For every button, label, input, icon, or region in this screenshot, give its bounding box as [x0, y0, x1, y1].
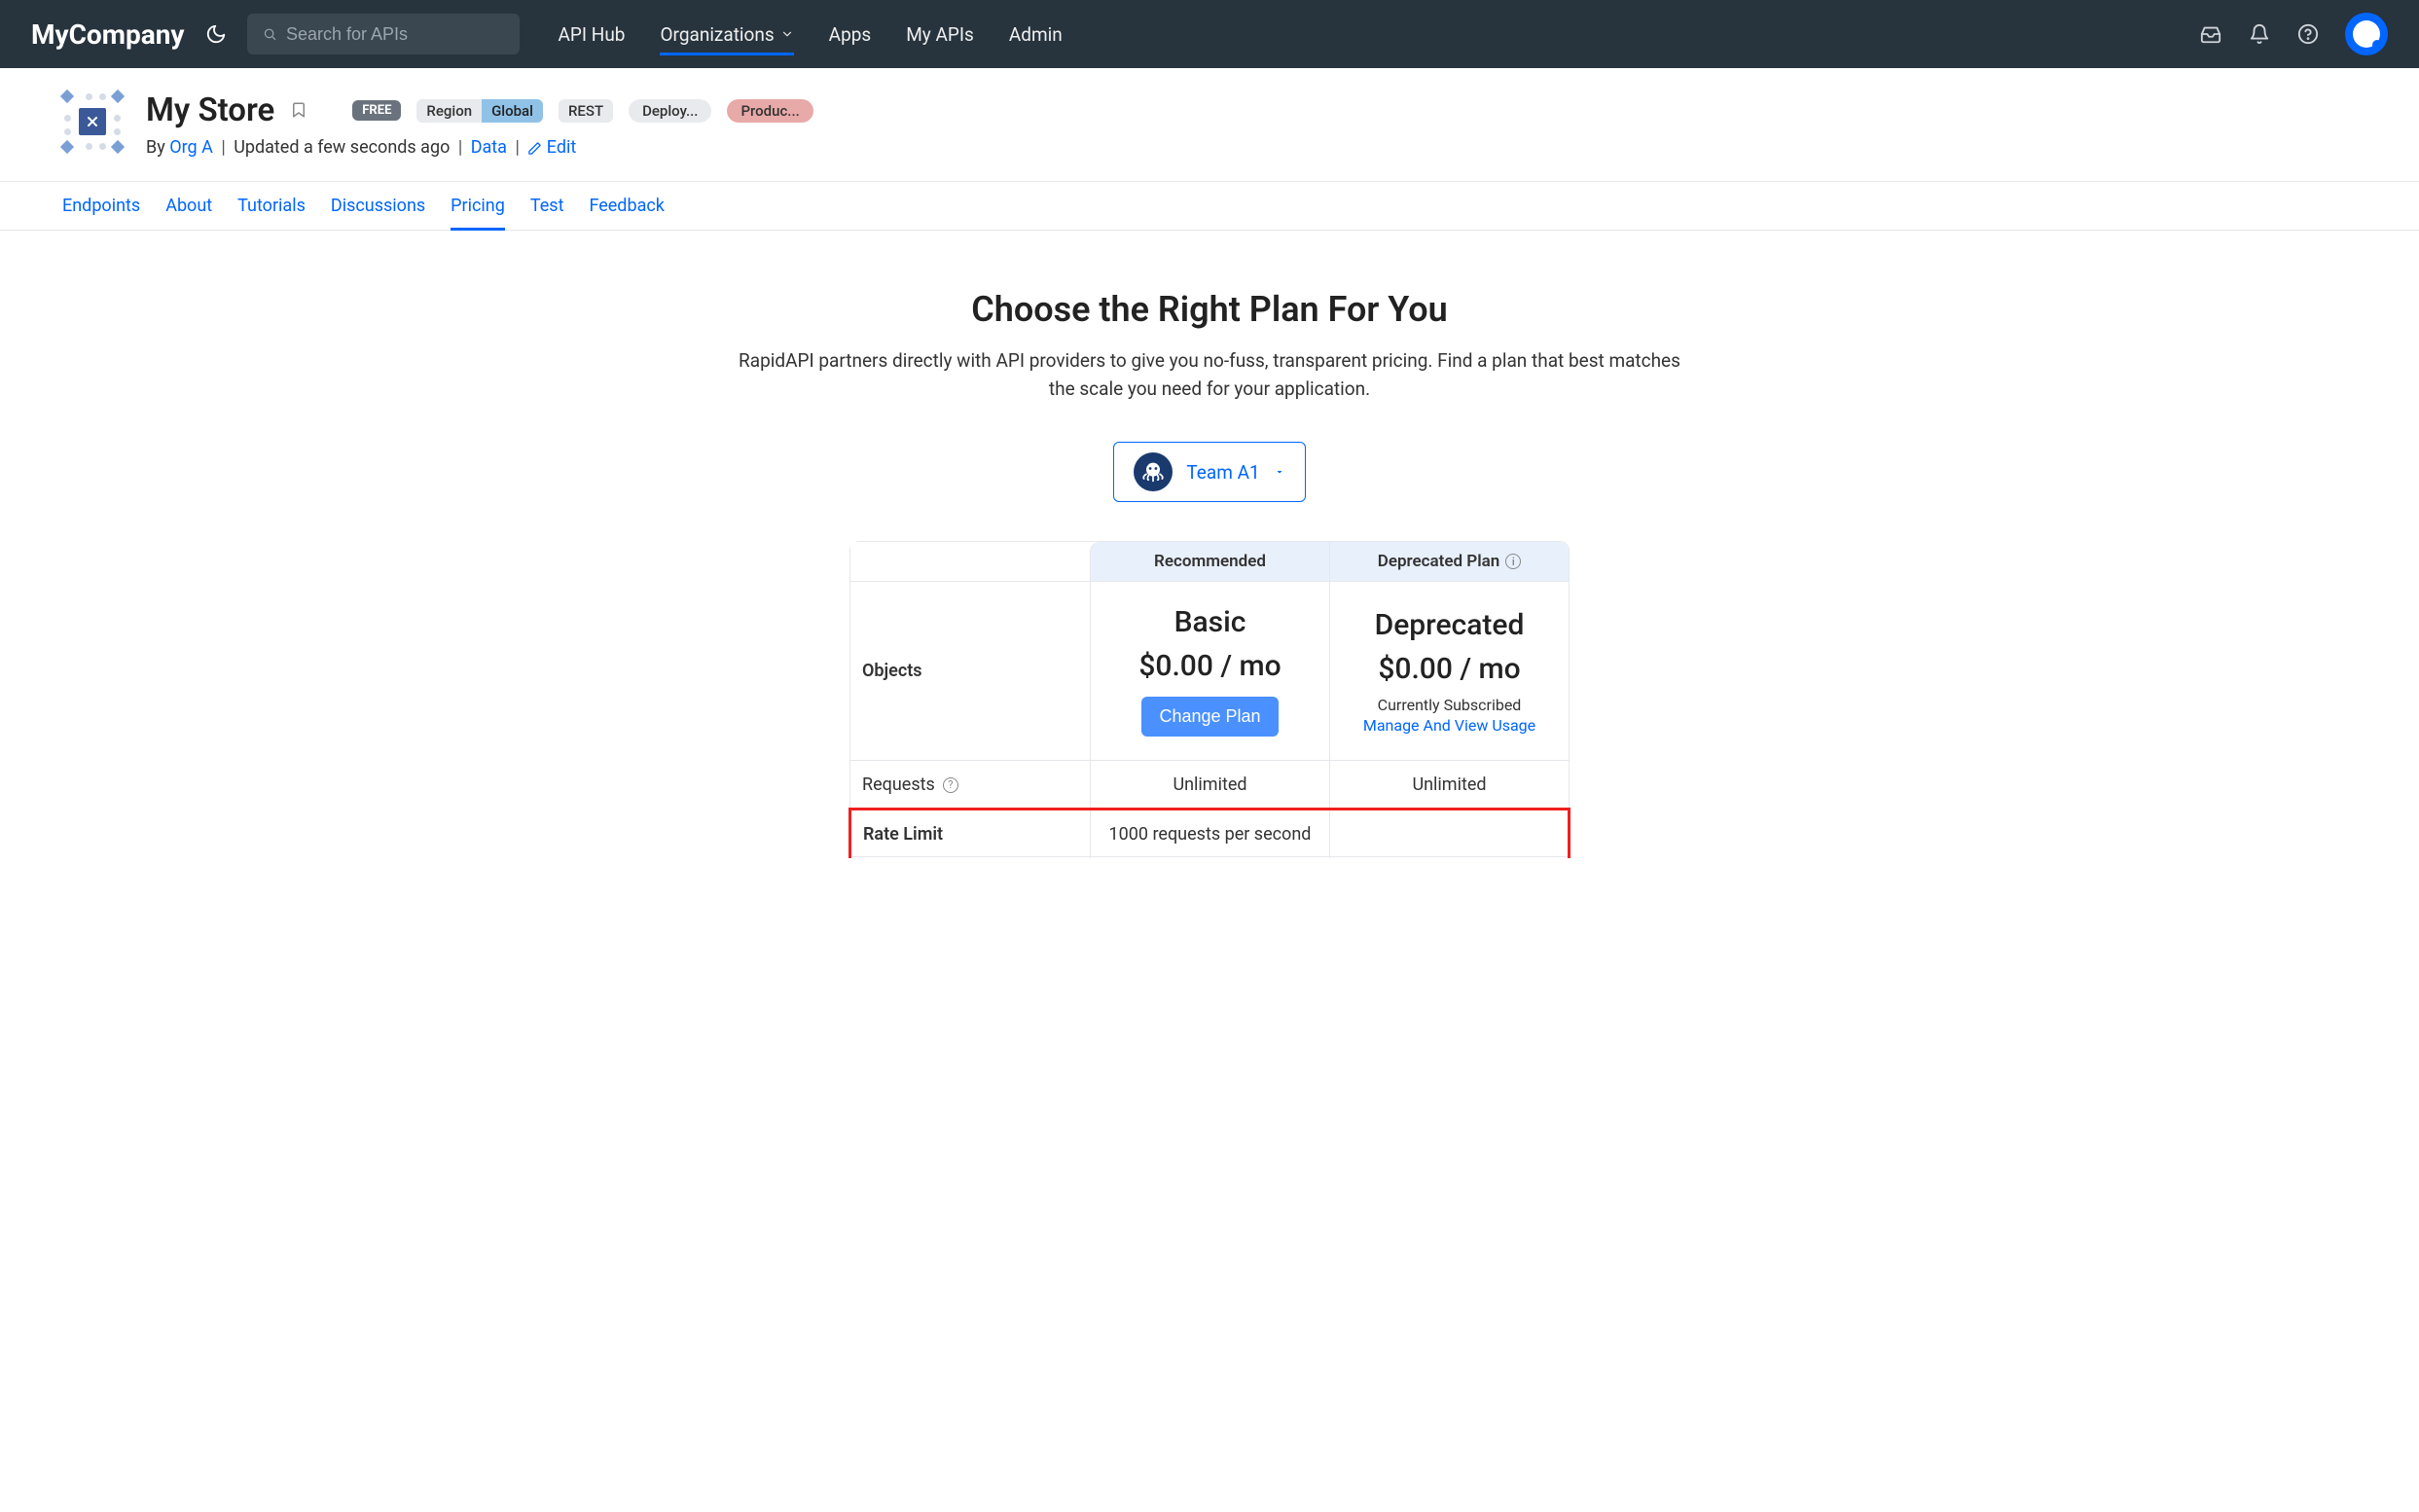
- search-box[interactable]: [247, 14, 520, 54]
- pricing-table: Recommended Deprecated Plan i Objects Ba…: [849, 541, 1570, 857]
- row-rate-limit: Rate Limit 1000 requests per second: [848, 808, 1571, 858]
- tab-discussions[interactable]: Discussions: [331, 182, 425, 230]
- pricing-heading: Choose the Right Plan For You: [694, 289, 1725, 330]
- info-icon[interactable]: i: [1505, 554, 1521, 569]
- tab-endpoints[interactable]: Endpoints: [62, 182, 140, 230]
- theme-toggle-icon[interactable]: [204, 22, 228, 46]
- plan-basic-price: $0.00 / mo: [1138, 649, 1281, 683]
- pricing-main: Choose the Right Plan For You RapidAPI p…: [674, 231, 1745, 916]
- search-input[interactable]: [286, 24, 504, 45]
- requests-label: Requests: [862, 774, 935, 795]
- plan-basic-name: Basic: [1174, 605, 1246, 639]
- pricing-plans-row: Objects Basic $0.00 / mo Change Plan Dep…: [850, 582, 1569, 761]
- top-header: MyCompany API Hub Organizations Apps My …: [0, 0, 2419, 68]
- row-requests: Requests ? Unlimited Unlimited: [850, 761, 1569, 810]
- rate-limit-label-cell: Rate Limit: [851, 810, 1090, 858]
- badge-product[interactable]: Produc...: [727, 99, 812, 123]
- tab-test[interactable]: Test: [530, 182, 564, 230]
- nav-my-apis[interactable]: My APIs: [906, 2, 974, 67]
- main-nav: API Hub Organizations Apps My APIs Admin: [559, 2, 1063, 67]
- org-link[interactable]: Org A: [169, 137, 213, 158]
- badge-deploy[interactable]: Deploy...: [629, 99, 711, 123]
- bookmark-icon[interactable]: [290, 99, 309, 123]
- user-avatar[interactable]: [2345, 13, 2388, 55]
- search-icon: [263, 26, 276, 42]
- info-icon[interactable]: ?: [943, 777, 958, 793]
- nav-admin[interactable]: Admin: [1009, 2, 1063, 67]
- requests-label-cell: Requests ?: [850, 761, 1090, 809]
- inbox-icon[interactable]: [2199, 22, 2222, 46]
- header-right: [2199, 13, 2388, 55]
- badge-global[interactable]: Global: [482, 99, 543, 123]
- api-info: My Store FREE Region Global REST Deploy.…: [146, 91, 2357, 158]
- pencil-icon: [527, 141, 542, 156]
- plan-deprecated-price: $0.00 / mo: [1378, 652, 1520, 686]
- api-header: My Store FREE Region Global REST Deploy.…: [0, 68, 2419, 171]
- company-logo[interactable]: MyCompany: [31, 18, 185, 51]
- edit-link[interactable]: Edit: [527, 137, 576, 158]
- badge-region[interactable]: Region: [416, 99, 482, 123]
- nav-organizations-label: Organizations: [660, 23, 774, 46]
- header-recommended: Recommended: [1090, 542, 1329, 581]
- tab-feedback[interactable]: Feedback: [589, 182, 664, 230]
- manage-usage-link[interactable]: Manage And View Usage: [1363, 716, 1535, 735]
- header-empty: [850, 542, 1090, 581]
- help-icon[interactable]: [2296, 22, 2320, 46]
- badge-free: FREE: [352, 100, 401, 121]
- nav-apps[interactable]: Apps: [829, 2, 872, 67]
- plan-deprecated-name: Deprecated: [1375, 608, 1525, 642]
- rate-limit-deprecated: [1329, 810, 1568, 858]
- api-title-row: My Store FREE Region Global REST Deploy.…: [146, 91, 2357, 129]
- octopus-icon: [1139, 458, 1167, 486]
- pricing-header-row: Recommended Deprecated Plan i: [850, 542, 1569, 582]
- api-icon: [62, 91, 123, 152]
- nav-organizations[interactable]: Organizations: [660, 2, 793, 67]
- pricing-subheading: RapidAPI partners directly with API prov…: [733, 347, 1686, 403]
- bell-icon[interactable]: [2248, 22, 2271, 46]
- tab-tutorials[interactable]: Tutorials: [237, 182, 306, 230]
- change-plan-button[interactable]: Change Plan: [1141, 697, 1278, 737]
- api-title: My Store: [146, 91, 274, 129]
- data-link[interactable]: Data: [471, 137, 507, 158]
- rate-limit-basic: 1000 requests per second: [1090, 810, 1328, 858]
- plan-deprecated: Deprecated $0.00 / mo Currently Subscrib…: [1329, 582, 1569, 760]
- plan-basic: Basic $0.00 / mo Change Plan: [1090, 582, 1329, 760]
- objects-label: Objects: [850, 582, 1090, 760]
- caret-down-icon: [1274, 463, 1285, 482]
- moon-icon: [205, 23, 227, 45]
- rate-limit-label: Rate Limit: [863, 824, 943, 845]
- header-deprecated-label: Deprecated Plan: [1378, 552, 1500, 571]
- badge-rest: REST: [559, 99, 613, 123]
- requests-deprecated: Unlimited: [1329, 761, 1569, 809]
- team-avatar-icon: [1134, 452, 1173, 491]
- requests-basic: Unlimited: [1090, 761, 1329, 809]
- api-meta: By Org A | Updated a few seconds ago | D…: [146, 137, 2357, 158]
- header-deprecated: Deprecated Plan i: [1329, 542, 1569, 581]
- edit-label: Edit: [547, 137, 576, 158]
- nav-api-hub[interactable]: API Hub: [559, 2, 626, 67]
- team-label: Team A1: [1186, 461, 1259, 484]
- updated-text: Updated a few seconds ago: [234, 137, 450, 158]
- plan-deprecated-status: Currently Subscribed: [1378, 696, 1522, 714]
- tabs: Endpoints About Tutorials Discussions Pr…: [0, 181, 2419, 231]
- team-selector[interactable]: Team A1: [1113, 442, 1305, 502]
- by-label: By: [146, 137, 165, 158]
- tab-pricing[interactable]: Pricing: [451, 182, 505, 230]
- tab-about[interactable]: About: [165, 182, 212, 230]
- chevron-down-icon: [780, 27, 794, 41]
- avatar-icon: [2353, 20, 2380, 48]
